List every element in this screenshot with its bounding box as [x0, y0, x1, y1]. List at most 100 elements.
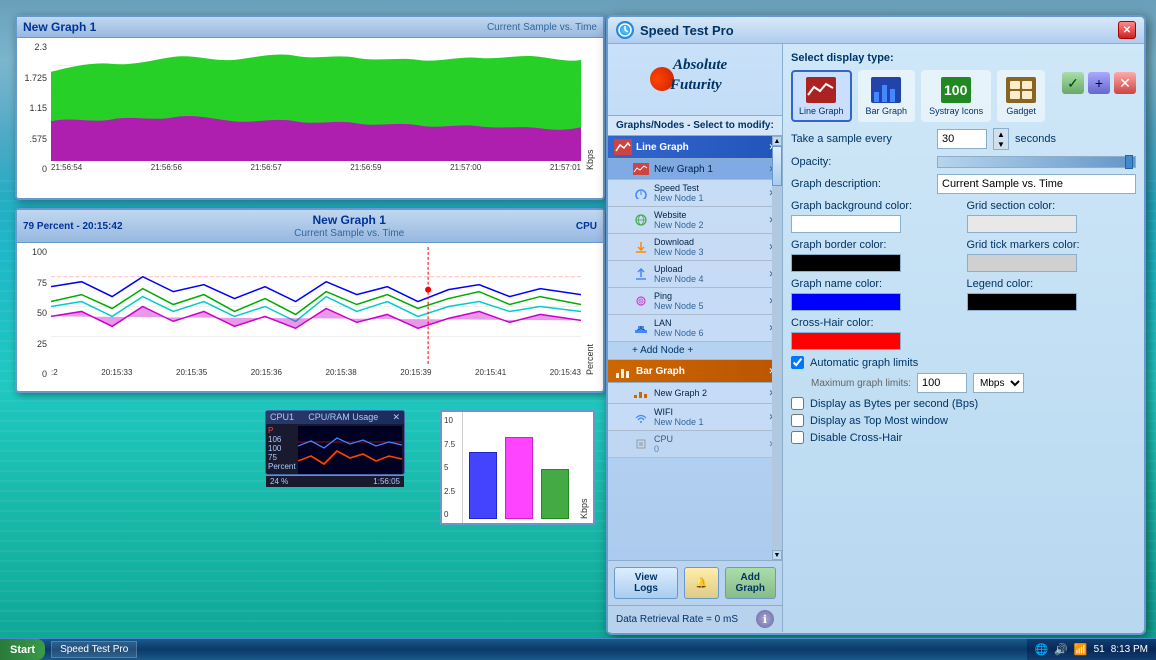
top-most-checkbox[interactable]: [791, 414, 804, 427]
display-bps-checkbox[interactable]: [791, 397, 804, 410]
scroll-up-arrow[interactable]: ▲: [772, 136, 782, 146]
confirm-button[interactable]: ✓: [1062, 72, 1084, 94]
graph2-ylabel: Percent: [581, 247, 599, 379]
line-graph-new-graph-1-item[interactable]: New Graph 1 ✕: [608, 159, 782, 180]
display-type-line-graph[interactable]: Line Graph: [791, 70, 852, 122]
grid-section-swatch[interactable]: [967, 215, 1077, 233]
wifi-node-main: WIFI: [654, 407, 768, 417]
cpu-node-item[interactable]: CPU 0 ✕: [608, 431, 782, 458]
spinner-down[interactable]: ▼: [994, 139, 1008, 149]
add-graph-button[interactable]: Add Graph: [725, 567, 776, 599]
mini-time: 1:56:05: [373, 477, 400, 486]
max-limits-label: Maximum graph limits:: [811, 378, 911, 389]
download-node-item[interactable]: Download New Node 3 ✕: [608, 234, 782, 261]
panel-titlebar: Speed Test Pro ✕: [608, 17, 1144, 44]
cpu-node-sub: 0: [654, 444, 768, 454]
bell-button[interactable]: 🔔: [684, 567, 718, 599]
line-graph-group-header[interactable]: Line Graph ✕: [608, 136, 782, 158]
download-node-main: Download: [654, 237, 768, 247]
sample-label: Take a sample every: [791, 133, 931, 145]
bar-graph-new-graph-2-label: New Graph 2: [654, 388, 768, 398]
grid-section-label: Grid section color:: [967, 200, 1137, 212]
website-node-main: Website: [654, 210, 768, 220]
bg-color-swatch[interactable]: [791, 215, 901, 233]
website-node-icon: [632, 213, 650, 227]
line-graph-new-graph-1-label: New Graph 1: [654, 164, 768, 175]
panel-logo: Absolute Futurity: [608, 44, 782, 116]
ping-node-item[interactable]: Ping New Node 5 ✕: [608, 288, 782, 315]
name-color-label: Graph name color:: [791, 278, 961, 290]
graph1-x-labels: 21:56:54 21:56:56 21:56:57 21:56:59 21:5…: [51, 161, 581, 174]
data-rate-label: Data Retrieval Rate = 0 mS: [616, 614, 738, 625]
mini-y-labels: P 106 100 75 Percent: [268, 426, 298, 474]
opacity-handle[interactable]: [1125, 155, 1133, 169]
speed-test-node-sub: New Node 1: [654, 193, 768, 203]
graph1-titlebar: New Graph 1 Current Sample vs. Time: [17, 17, 603, 38]
bar-graph-group-header[interactable]: Bar Graph ✕: [608, 360, 782, 382]
line-graph-group[interactable]: Line Graph ✕: [608, 136, 782, 159]
scroll-thumb[interactable]: [772, 146, 782, 186]
display-type-systray[interactable]: 100 Systray Icons: [921, 70, 991, 122]
node-list[interactable]: Line Graph ✕ New Graph 1: [608, 136, 782, 560]
mini-percent: 24 %: [270, 477, 288, 486]
download-node-icon: [632, 240, 650, 254]
display-type-gadget[interactable]: Gadget: [997, 70, 1045, 122]
upload-node-item[interactable]: Upload New Node 4 ✕: [608, 261, 782, 288]
graph-desc-input[interactable]: [937, 174, 1136, 194]
taskbar-speed-test-pro[interactable]: Speed Test Pro: [51, 641, 137, 658]
max-limits-input[interactable]: [917, 373, 967, 393]
sample-spinner[interactable]: ▲ ▼: [993, 128, 1009, 150]
mini-widget-name: CPU/RAM Usage: [308, 412, 378, 423]
display-type-bar-graph[interactable]: Bar Graph: [858, 70, 916, 122]
opacity-slider[interactable]: [937, 156, 1136, 168]
max-limits-unit-select[interactable]: Mbps Kbps: [973, 373, 1024, 393]
panel-close-button[interactable]: ✕: [1118, 21, 1136, 39]
bar-3: [541, 469, 569, 519]
crosshair-color-swatch[interactable]: [791, 332, 901, 350]
speed-test-node-main: Speed Test: [654, 183, 768, 193]
tray-speaker-icon: 🔊: [1054, 643, 1068, 656]
border-color-swatch[interactable]: [791, 254, 901, 272]
bar-1: [469, 452, 497, 519]
disable-cross-row: Disable Cross-Hair: [791, 431, 1136, 444]
start-button[interactable]: Start: [0, 639, 45, 660]
cancel-button[interactable]: ✕: [1114, 72, 1136, 94]
node-list-scrollbar[interactable]: ▲ ▼: [772, 136, 782, 560]
lan-node-item[interactable]: LAN New Node 6 ✕: [608, 315, 782, 342]
spinner-up[interactable]: ▲: [994, 129, 1008, 139]
sample-unit: seconds: [1015, 133, 1065, 145]
info-icon[interactable]: ℹ: [756, 610, 774, 628]
graph-desc-label: Graph description:: [791, 178, 931, 190]
name-color-swatch[interactable]: [791, 293, 901, 311]
add-line-node-button[interactable]: + Add Node +: [608, 342, 782, 360]
scroll-down-arrow[interactable]: ▼: [772, 550, 782, 560]
mini-cpu-graph: [298, 426, 402, 474]
graph2-header: 79 Percent - 20:15:42: [23, 221, 123, 232]
wifi-node-item[interactable]: WIFI New Node 1 ✕: [608, 404, 782, 431]
main-panel: Speed Test Pro ✕ Absolute Futurity Graph…: [606, 15, 1146, 635]
systray-display-label: Systray Icons: [929, 106, 983, 116]
display-type-buttons: Line Graph: [791, 70, 1045, 122]
bar-graph-new-graph-2-item[interactable]: New Graph 2 ✕: [608, 383, 782, 404]
grid-tick-swatch[interactable]: [967, 254, 1077, 272]
add-button[interactable]: +: [1088, 72, 1110, 94]
website-node-item[interactable]: Website New Node 2 ✕: [608, 207, 782, 234]
line-graph-group-title: Line Graph: [636, 142, 768, 153]
line-graph-display-icon: [805, 76, 837, 104]
disable-cross-checkbox[interactable]: [791, 431, 804, 444]
legend-color-swatch[interactable]: [967, 293, 1077, 311]
top-most-row: Display as Top Most window: [791, 414, 1136, 427]
graph1-subtitle: Current Sample vs. Time: [487, 22, 597, 33]
speed-test-node-item[interactable]: Speed Test New Node 1 ✕: [608, 180, 782, 207]
view-logs-button[interactable]: View Logs: [614, 567, 678, 599]
sample-value-input[interactable]: [937, 129, 987, 149]
bar-graph-group[interactable]: Bar Graph ✕: [608, 360, 782, 383]
download-node-sub: New Node 3: [654, 247, 768, 257]
bar-ylabel: Kbps: [575, 412, 593, 523]
cpu-node-main: CPU: [654, 434, 768, 444]
panel-title: Speed Test Pro: [640, 23, 734, 38]
taskbar-time: 8:13 PM: [1111, 644, 1148, 655]
auto-limits-checkbox[interactable]: [791, 356, 804, 369]
bar-y-labels: 10 7.5 5 2.5 0: [442, 412, 462, 523]
top-most-label: Display as Top Most window: [810, 415, 948, 427]
